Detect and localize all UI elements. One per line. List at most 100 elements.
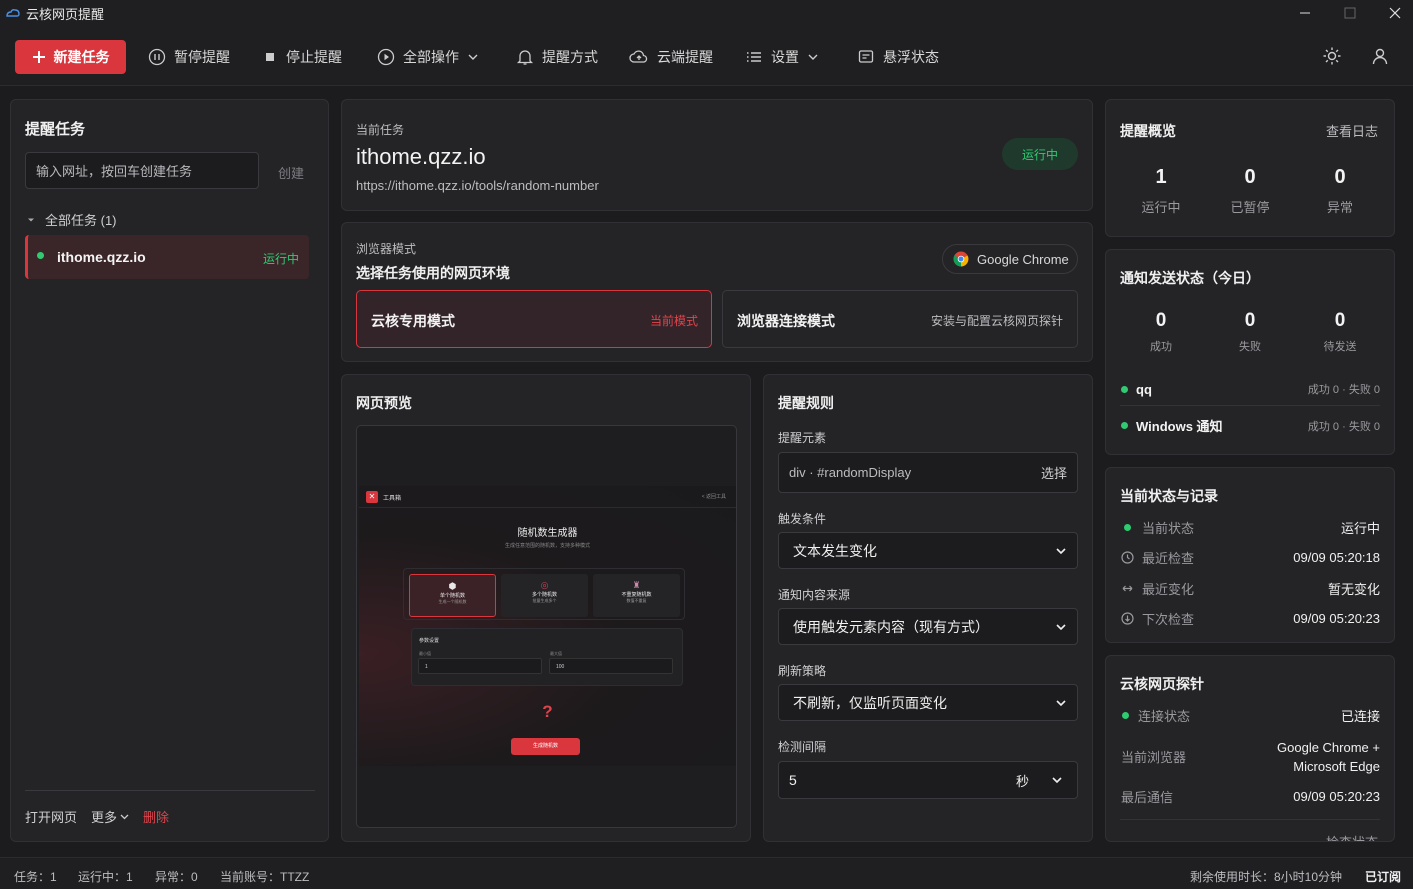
list-icon (747, 52, 761, 62)
state-row-last-check: 最近检查 09/09 05:20:18 (1121, 548, 1380, 567)
pause-button[interactable]: 暂停提醒 (148, 40, 230, 74)
pause-icon (148, 48, 166, 66)
notify-success-value: 0 (1155, 310, 1167, 331)
channel-row-qq: qq 成功 0 · 失败 0 (1121, 381, 1380, 397)
stat-error-value: 0 (1334, 166, 1346, 188)
all-operations-dropdown[interactable]: 全部操作 (377, 40, 479, 74)
interval-unit[interactable]: 秒 (1016, 771, 1029, 790)
interval-field[interactable]: 5 秒 (778, 761, 1078, 799)
notify-fail-value: 0 (1244, 310, 1256, 331)
state-row-next-check: 下次检查 09/09 05:20:23 (1121, 609, 1380, 628)
float-status-button[interactable]: 悬浮状态 (857, 40, 939, 74)
notify-method-button[interactable]: 提醒方式 (516, 40, 598, 74)
rules-title: 提醒规则 (778, 395, 834, 411)
status-dot (1124, 524, 1131, 531)
chrome-icon (953, 251, 969, 267)
refresh-label: 刷新策略 (778, 664, 827, 678)
task-list-title: 提醒任务 (25, 121, 86, 138)
preview-back-link: < 返回工具 (701, 494, 726, 500)
mode-connect-card[interactable]: 浏览器连接模式 安装与配置云核网页探针 (722, 290, 1078, 348)
refresh-select[interactable]: 不刷新，仅监听页面变化 (778, 684, 1078, 721)
clock-icon (1121, 551, 1134, 564)
mode-connect-desc: 安装与配置云核网页探针 (930, 314, 1063, 328)
close-button[interactable] (1372, 0, 1413, 26)
status-tasks: 任务：1 (14, 870, 57, 884)
preview-frame[interactable]: ✕ 工具箱 < 返回工具 随机数生成器 生成任意范围的随机数，支持多种模式 ⬢ … (356, 425, 737, 828)
status-dot (1122, 712, 1129, 719)
current-task-label: 当前任务 (356, 123, 405, 137)
select-element-button[interactable]: 选择 (1041, 463, 1067, 482)
url-input[interactable]: 输入网址，按回车创建任务 (25, 152, 259, 189)
mode-current-tag: 当前模式 (649, 314, 698, 328)
preview-page: ✕ 工具箱 < 返回工具 随机数生成器 生成任意范围的随机数，支持多种模式 ⬢ … (359, 486, 736, 766)
preview-option-multi: ◎ 多个随机数 批量生成多个 (501, 574, 588, 617)
interval-label: 检测间隔 (778, 740, 827, 754)
mode-dedicated-card[interactable]: 云核专用模式 当前模式 (356, 290, 712, 348)
view-log-link[interactable]: 查看日志 (1326, 121, 1378, 140)
notify-pending-value: 0 (1334, 310, 1346, 331)
maximize-button[interactable] (1327, 0, 1373, 26)
minimize-button[interactable] (1282, 0, 1328, 26)
task-group-header[interactable]: 全部任务 (1) (27, 210, 117, 229)
task-item[interactable]: ithome.qzz.io 运行中 (25, 235, 309, 279)
status-badge: 运行中 (1002, 138, 1078, 170)
divider (25, 790, 315, 791)
chevron-down-icon (468, 54, 478, 60)
probe-row-connection: 连接状态 已连接 (1121, 706, 1380, 725)
element-field[interactable]: div · #randomDisplay 选择 (778, 452, 1078, 493)
plus-icon (32, 51, 45, 63)
status-errors: 异常：0 (155, 870, 198, 884)
mode-connect-title: 浏览器连接模式 (737, 313, 835, 329)
chevron-down-icon (808, 54, 818, 60)
stat-error-label: 异常 (1326, 200, 1353, 215)
delete-button[interactable]: 删除 (143, 807, 169, 826)
notify-pending-label: 待发送 (1323, 341, 1357, 353)
status-running: 运行中：1 (78, 870, 133, 884)
cube-icon: ⬢ (448, 581, 457, 591)
status-bar: 任务：1 运行中：1 异常：0 当前账号：TTZZ 剩余使用时长：8小时10分钟… (0, 857, 1413, 889)
cloud-notify-button[interactable]: 云端提醒 (629, 40, 713, 74)
open-page-button[interactable]: 打开网页 (25, 807, 77, 826)
current-task-name: ithome.qzz.io (356, 144, 486, 169)
probe-browser-value: Google Chrome + Microsoft Edge (1277, 740, 1380, 774)
chevron-down-icon (1056, 547, 1066, 554)
mode-dedicated-title: 云核专用模式 (371, 313, 455, 329)
more-dropdown[interactable]: 更多 (91, 807, 129, 826)
status-account: 当前账号：TTZZ (220, 870, 310, 884)
preview-page-sub: 生成任意范围的随机数，支持多种模式 (504, 543, 590, 549)
settings-dropdown[interactable]: 设置 (745, 40, 819, 74)
source-select[interactable]: 使用触发元素内容（现有方式） (778, 608, 1078, 645)
trigger-label: 触发条件 (778, 512, 827, 526)
chevron-down-icon (1052, 777, 1062, 784)
preview-params: 参数设置 最小值 最大值 1 100 (411, 628, 683, 686)
web-preview-title: 网页预览 (356, 395, 412, 411)
create-button[interactable]: 创建 (278, 163, 304, 182)
probe-title: 云核网页探针 (1120, 676, 1204, 692)
sun-icon[interactable] (1322, 46, 1342, 66)
status-dot (1121, 422, 1128, 429)
browser-mode-label: 浏览器模式 (356, 242, 417, 256)
notify-title: 通知发送状态（今日） (1120, 270, 1260, 286)
state-row-last-change: 最近变化 暂无变化 (1121, 579, 1380, 598)
rules-panel: 提醒规则 提醒元素 div · #randomDisplay 选择 触发条件 文… (763, 374, 1093, 842)
stat-running-label: 运行中 (1141, 200, 1181, 215)
check-status-button[interactable]: 检查状态 (1326, 832, 1378, 841)
stop-button[interactable]: 停止提醒 (262, 40, 342, 74)
chevron-down-icon (120, 814, 129, 820)
stat-running-value: 1 (1155, 166, 1167, 188)
cloud-upload-icon (629, 50, 648, 63)
new-task-button[interactable]: 新建任务 (15, 40, 126, 74)
preview-option-single: ⬢ 单个随机数 生成一个随机数 (409, 574, 496, 617)
overview-title: 提醒概览 (1120, 123, 1176, 139)
browser-mode-subtitle: 选择任务使用的网页环境 (356, 265, 510, 281)
state-row-current: 当前状态 运行中 (1121, 518, 1380, 537)
swap-icon (1122, 585, 1133, 592)
trigger-select[interactable]: 文本发生变化 (778, 532, 1078, 569)
user-icon[interactable] (1370, 46, 1390, 66)
web-preview-panel: 网页预览 ✕ 工具箱 < 返回工具 随机数生成器 生成任意范围的随机数，支持多种… (341, 374, 751, 842)
preview-page-title: 随机数生成器 (517, 528, 578, 539)
chevron-down-icon (1056, 623, 1066, 630)
castle-icon: ♜ (632, 580, 641, 590)
preview-generate-button: 生成随机数 (511, 738, 580, 755)
current-task-url: https://ithome.qzz.io/tools/random-numbe… (356, 178, 599, 193)
